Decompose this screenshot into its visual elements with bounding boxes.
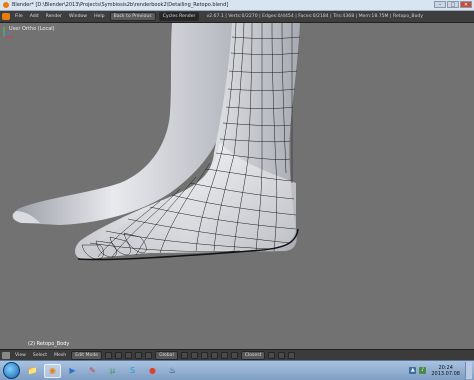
blender-icon[interactable]: ◉	[44, 363, 61, 378]
skype-icon[interactable]: S	[124, 364, 141, 378]
snap-target-dropdown[interactable]: Closest	[240, 350, 266, 360]
scene-stats: v2.67.1 | Verts:0/2270 | Edges:0/4454 | …	[206, 14, 424, 19]
maximize-button[interactable]: □	[447, 1, 459, 8]
menu-add[interactable]: Add	[28, 14, 41, 19]
active-object-label: (2) Retopo_Body	[28, 341, 70, 347]
info-header: File Add Render Window Help Back to Prev…	[0, 11, 474, 23]
chrome-icon[interactable]: ●	[144, 364, 161, 378]
menu-select[interactable]: Select	[31, 353, 49, 358]
clock[interactable]: 20:24 2013.07.08	[431, 365, 460, 377]
blender-logo-icon	[3, 2, 9, 8]
translate-icon[interactable]	[135, 351, 143, 359]
steam-icon[interactable]: ♨	[164, 364, 181, 378]
paint-icon[interactable]: ✎	[84, 364, 101, 378]
edge-select-icon[interactable]	[190, 351, 198, 359]
utorrent-icon[interactable]: µ	[104, 364, 121, 378]
windows-explorer-icon[interactable]: 📁	[24, 364, 41, 378]
mode-dropdown[interactable]: Edit Mode	[71, 350, 103, 360]
window-controls: – □ ✕	[434, 1, 472, 8]
system-tray: ▲ ♪ 20:24 2013.07.08	[409, 362, 472, 379]
minimize-button[interactable]: –	[434, 1, 446, 8]
close-button[interactable]: ✕	[460, 1, 472, 8]
pivot-point-icon[interactable]	[115, 351, 123, 359]
info-editor-icon[interactable]	[2, 13, 10, 20]
render-preview-icon[interactable]	[278, 351, 286, 359]
window-titlebar: Blender* [D:\Blender\2013\Projects\Symbi…	[0, 0, 474, 11]
vertex-select-icon[interactable]	[180, 351, 188, 359]
volume-icon[interactable]: ♪	[419, 367, 427, 374]
windows-taskbar: 📁 ◉ ▶ ✎ µ S ● ♨ ▲ ♪ 20:24 2013.07.08	[0, 360, 474, 380]
taskbar-apps: 📁 ◉ ▶ ✎ µ S ● ♨	[24, 363, 184, 378]
media-player-icon[interactable]: ▶	[64, 364, 81, 378]
axis-gizmo-icon	[3, 27, 14, 38]
proportional-edit-icon[interactable]	[220, 351, 228, 359]
editor-type-icon[interactable]	[2, 351, 10, 359]
snap-icon[interactable]	[230, 351, 238, 359]
limit-selection-icon[interactable]	[210, 351, 218, 359]
network-icon[interactable]: ▲	[409, 367, 417, 374]
render-animation-icon[interactable]	[288, 351, 296, 359]
manipulator-icon[interactable]	[125, 351, 133, 359]
back-to-previous-button[interactable]: Back to Previous	[109, 12, 156, 21]
menu-help[interactable]: Help	[92, 14, 106, 19]
render-engine-dropdown[interactable]: Cycles Render	[158, 12, 200, 21]
show-desktop-button[interactable]	[465, 362, 472, 379]
window-title: Blender* [D:\Blender\2013\Projects\Symbi…	[12, 2, 229, 8]
foot-mesh-render	[12, 23, 301, 261]
menu-window[interactable]: Window	[67, 14, 89, 19]
start-button[interactable]	[3, 362, 20, 379]
clock-date: 2013.07.08	[431, 370, 460, 377]
snap-align-icon[interactable]	[268, 351, 276, 359]
menu-file[interactable]: File	[13, 14, 25, 19]
menu-render[interactable]: Render	[44, 14, 64, 19]
menu-view[interactable]: View	[13, 353, 28, 358]
viewport-shading-icon[interactable]	[105, 351, 113, 359]
transform-orientation-dropdown[interactable]: Global	[155, 350, 178, 360]
3d-viewport[interactable]: User Ortho (Local) (2) Retopo_Body	[0, 23, 474, 349]
rotate-icon[interactable]	[145, 351, 153, 359]
face-select-icon[interactable]	[200, 351, 208, 359]
menu-mesh[interactable]: Mesh	[52, 353, 68, 358]
